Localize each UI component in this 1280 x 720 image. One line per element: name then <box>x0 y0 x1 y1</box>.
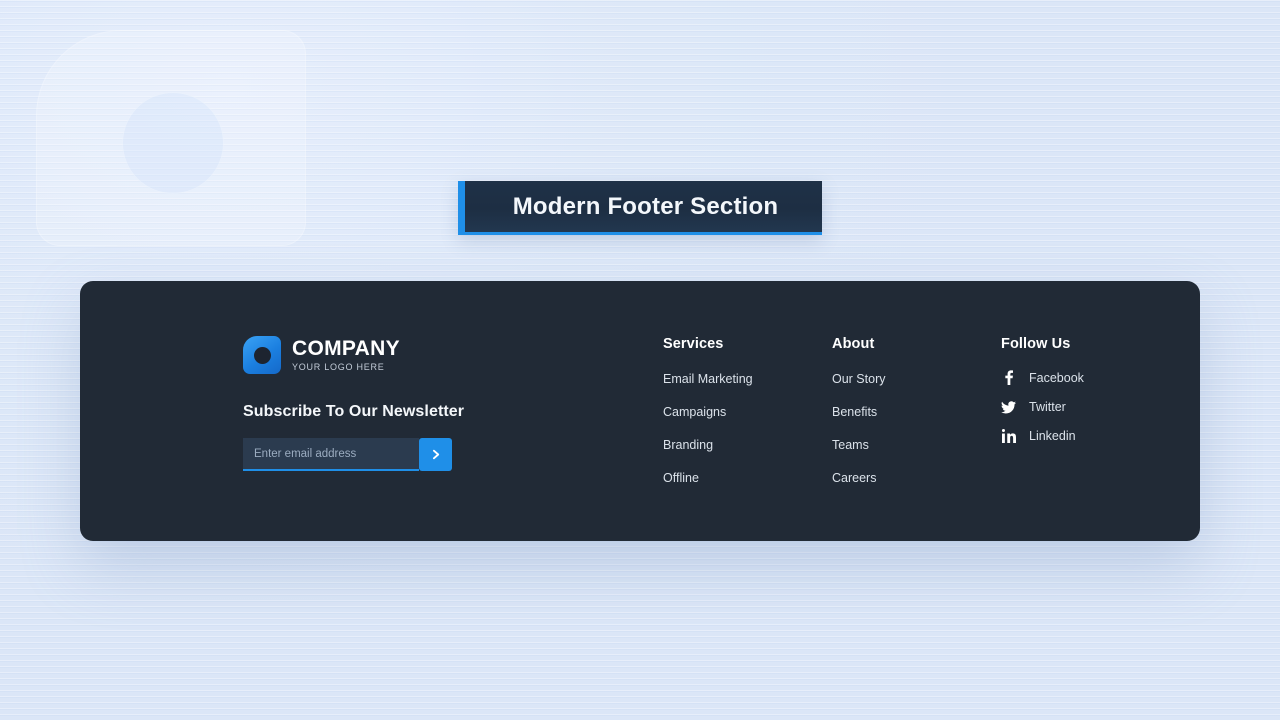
chevron-right-icon <box>429 448 442 461</box>
brand-name: COMPANY <box>292 337 400 360</box>
list-item: Our Story <box>832 370 1001 388</box>
newsletter-form <box>243 438 452 471</box>
list-item: Offline <box>663 469 832 487</box>
link-teams[interactable]: Teams <box>832 438 869 452</box>
column-title-services: Services <box>663 336 724 352</box>
footer-column-services: Services Email Marketing Campaigns Brand… <box>663 336 832 487</box>
footer-column-follow-us: Follow Us Facebook Twitter Linkedin <box>1001 336 1161 443</box>
page-title-banner: Modern Footer Section <box>458 181 822 235</box>
link-email-marketing[interactable]: Email Marketing <box>663 372 753 386</box>
list-item: Branding <box>663 436 832 454</box>
services-link-list: Email Marketing Campaigns Branding Offli… <box>663 370 832 487</box>
page-title: Modern Footer Section <box>512 192 779 220</box>
link-branding[interactable]: Branding <box>663 438 713 452</box>
list-item: Careers <box>832 469 1001 487</box>
footer-content: COMPANY YOUR LOGO HERE Subscribe To Our … <box>243 336 1140 487</box>
social-link-linkedin[interactable]: Linkedin <box>1001 429 1161 443</box>
brand-tagline: YOUR LOGO HERE <box>292 362 385 372</box>
newsletter-submit-button[interactable] <box>419 438 452 471</box>
list-item: Email Marketing <box>663 370 832 388</box>
about-link-list: Our Story Benefits Teams Careers <box>832 370 1001 487</box>
footer-brand-column: COMPANY YOUR LOGO HERE Subscribe To Our … <box>243 336 581 471</box>
link-campaigns[interactable]: Campaigns <box>663 405 726 419</box>
link-careers[interactable]: Careers <box>832 471 876 485</box>
list-item: Linkedin <box>1001 429 1161 443</box>
social-label-facebook: Facebook <box>1029 370 1084 385</box>
email-input[interactable] <box>243 438 419 471</box>
column-title-about: About <box>832 336 875 352</box>
company-logo-watermark-icon <box>36 30 306 246</box>
list-item: Campaigns <box>663 403 832 421</box>
link-benefits[interactable]: Benefits <box>832 405 877 419</box>
link-offline[interactable]: Offline <box>663 471 699 485</box>
footer-column-about: About Our Story Benefits Teams Careers <box>832 336 1001 487</box>
brand-text: COMPANY YOUR LOGO HERE <box>292 338 400 372</box>
footer-section: COMPANY YOUR LOGO HERE Subscribe To Our … <box>80 281 1200 541</box>
link-our-story[interactable]: Our Story <box>832 372 886 386</box>
social-link-list: Facebook Twitter Linkedin <box>1001 370 1161 443</box>
facebook-icon <box>1001 370 1016 385</box>
social-label-linkedin: Linkedin <box>1029 429 1076 443</box>
company-logo-inner-circle <box>253 346 271 364</box>
list-item: Twitter <box>1001 400 1161 414</box>
column-title-follow-us: Follow Us <box>1001 336 1071 352</box>
social-label-twitter: Twitter <box>1029 400 1066 414</box>
list-item: Facebook <box>1001 370 1161 385</box>
list-item: Teams <box>832 436 1001 454</box>
social-link-facebook[interactable]: Facebook <box>1001 370 1161 385</box>
newsletter-heading: Subscribe To Our Newsletter <box>243 403 465 420</box>
linkedin-icon <box>1001 429 1016 443</box>
twitter-icon <box>1001 400 1016 414</box>
brand-logo[interactable]: COMPANY YOUR LOGO HERE <box>243 336 581 374</box>
social-link-twitter[interactable]: Twitter <box>1001 400 1161 414</box>
list-item: Benefits <box>832 403 1001 421</box>
company-logo-icon <box>243 336 281 374</box>
